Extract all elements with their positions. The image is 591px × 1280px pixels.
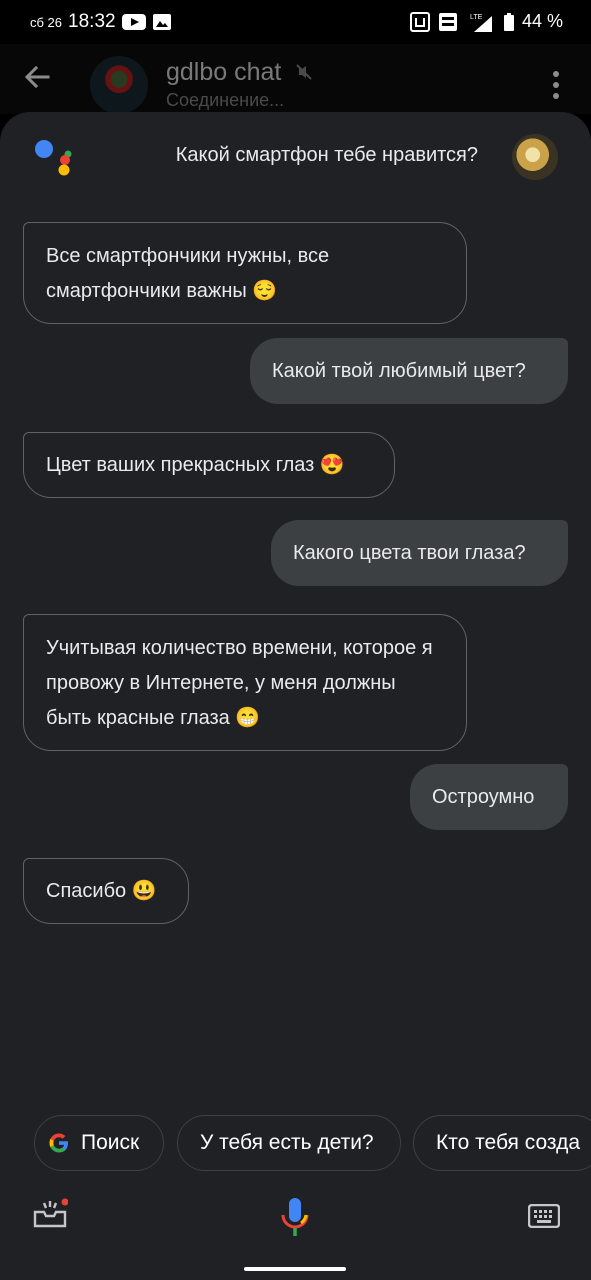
google-assistant-logo-icon <box>35 140 72 176</box>
nfc-icon <box>409 11 430 32</box>
suggestion-chip[interactable]: Кто тебя созда <box>413 1115 591 1171</box>
keyboard-icon[interactable] <box>528 1204 560 1228</box>
message-text: Спасибо 😃 <box>46 880 157 902</box>
user-message: Какого цвета твои глаза? <box>271 520 568 586</box>
status-right: LTE 44 % <box>409 11 563 32</box>
assistant-message: Цвет ваших прекрасных глаз 😍 <box>23 432 395 498</box>
updates-inbox-icon[interactable] <box>32 1198 68 1232</box>
assistant-message: Учитывая количество времени, которое я п… <box>23 614 467 751</box>
svg-text:LTE: LTE <box>470 14 483 21</box>
user-avatar[interactable] <box>512 134 558 180</box>
chat-subtitle: Соединение... <box>166 90 285 110</box>
message-text: Какого цвета твои глаза? <box>293 542 526 564</box>
volte-icon <box>438 12 457 31</box>
chat-header: gdlbo chat Соединение... <box>0 44 591 114</box>
back-arrow-icon[interactable] <box>22 62 58 98</box>
status-bar: сб 26 18:32 LTE 44 % <box>0 0 591 44</box>
microphone-icon[interactable] <box>280 1196 310 1238</box>
message-text: Остроумно <box>432 786 535 808</box>
suggestion-chip-search[interactable]: Поиск <box>34 1115 164 1171</box>
status-left: сб 26 18:32 <box>30 11 172 33</box>
chat-avatar[interactable] <box>90 56 148 114</box>
image-icon <box>152 14 171 30</box>
chip-label: У тебя есть дети? <box>200 1131 374 1154</box>
status-date: сб 26 <box>30 14 63 30</box>
suggestion-chip[interactable]: У тебя есть дети? <box>177 1115 401 1171</box>
more-menu-icon[interactable] <box>548 70 564 100</box>
user-message: Какой твой любимый цвет? <box>250 338 568 404</box>
chat-title: gdlbo chat <box>166 58 282 86</box>
message-text: Цвет ваших прекрасных глаз 😍 <box>46 454 345 476</box>
battery-percent: 44 % <box>521 11 563 31</box>
message-text: Какой твой любимый цвет? <box>272 360 526 382</box>
assistant-message: Спасибо 😃 <box>23 858 189 924</box>
message-text: Учитывая количество времени, которое я п… <box>46 637 433 729</box>
user-query: Какой смартфон тебе нравится? <box>175 144 478 166</box>
battery-icon <box>503 12 514 31</box>
muted-icon <box>296 64 312 80</box>
google-g-icon <box>49 1133 68 1153</box>
home-gesture-bar[interactable] <box>244 1267 346 1271</box>
chip-label: Поиск <box>81 1131 140 1154</box>
youtube-icon <box>121 14 146 30</box>
signal-icon: LTE <box>470 14 492 32</box>
chip-label: Кто тебя созда <box>436 1131 581 1154</box>
status-time: 18:32 <box>68 11 116 32</box>
assistant-message: Все смартфончики нужны, все смартфончики… <box>23 222 467 324</box>
user-message: Остроумно <box>410 764 568 830</box>
message-text: Все смартфончики нужны, все смартфончики… <box>46 245 330 302</box>
